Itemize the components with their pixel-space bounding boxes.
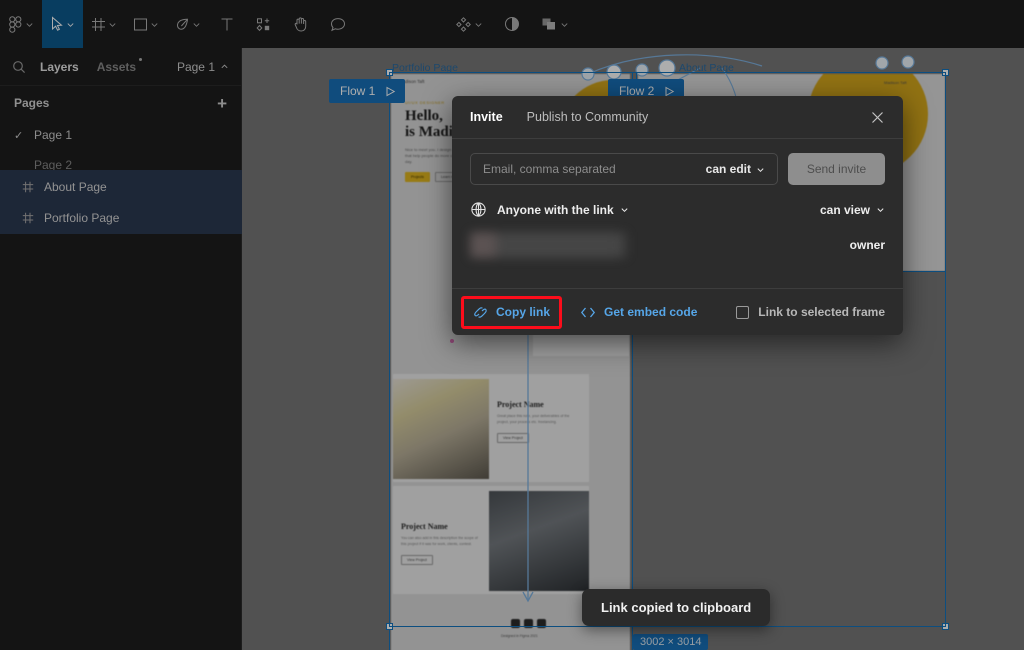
copy-link-highlight: Copy link <box>461 295 563 329</box>
link-scope-label: Anyone with the link <box>497 202 614 217</box>
figma-app-window: Madison Taft UI/UX DESIGNER Hello, is Ma… <box>0 0 1024 650</box>
member-row: owner <box>470 230 885 260</box>
tab-publish-to-community[interactable]: Publish to Community <box>527 110 649 124</box>
link-icon <box>474 306 487 318</box>
email-input-wrapper[interactable]: can edit <box>470 153 778 185</box>
chevron-down-icon <box>621 208 628 213</box>
link-scope-dropdown[interactable]: Anyone with the link <box>497 203 629 217</box>
member-role-label: owner <box>849 238 885 252</box>
code-icon <box>580 307 596 317</box>
invite-permission-dropdown[interactable]: can edit <box>706 162 765 176</box>
toast-notification: Link copied to clipboard <box>582 589 771 626</box>
modal-header: Invite Publish to Community <box>452 96 903 139</box>
modal-body: can edit Send invite <box>452 139 903 288</box>
send-invite-button[interactable]: Send invite <box>788 153 885 185</box>
close-icon[interactable] <box>870 110 885 125</box>
invite-row: can edit Send invite <box>470 153 885 185</box>
link-scope-row: Anyone with the link can view <box>470 201 885 218</box>
copy-link-label: Copy link <box>496 305 551 319</box>
share-modal: Invite Publish to Community can edit <box>452 96 903 335</box>
member-identity-redacted <box>470 232 630 258</box>
email-input[interactable] <box>483 162 706 176</box>
copy-link-button[interactable]: Copy link <box>473 305 550 320</box>
modal-footer: Copy link Get embed code Link to selecte… <box>452 288 903 335</box>
chevron-down-icon <box>877 208 884 213</box>
checkbox-box[interactable] <box>736 305 750 319</box>
invite-permission-label: can edit <box>705 162 751 176</box>
embed-code-label: Get embed code <box>604 305 698 319</box>
tab-invite[interactable]: Invite <box>470 110 503 124</box>
link-to-selected-frame-checkbox[interactable]: Link to selected frame <box>736 305 885 319</box>
chevron-down-icon <box>757 167 764 172</box>
checkbox-label: Link to selected frame <box>758 305 885 319</box>
link-permission-label: can view <box>819 202 870 217</box>
link-permission-dropdown[interactable]: can view <box>820 203 885 217</box>
toast-message: Link copied to clipboard <box>601 600 752 615</box>
get-embed-code-button[interactable]: Get embed code <box>580 305 697 319</box>
globe-icon <box>470 201 487 218</box>
